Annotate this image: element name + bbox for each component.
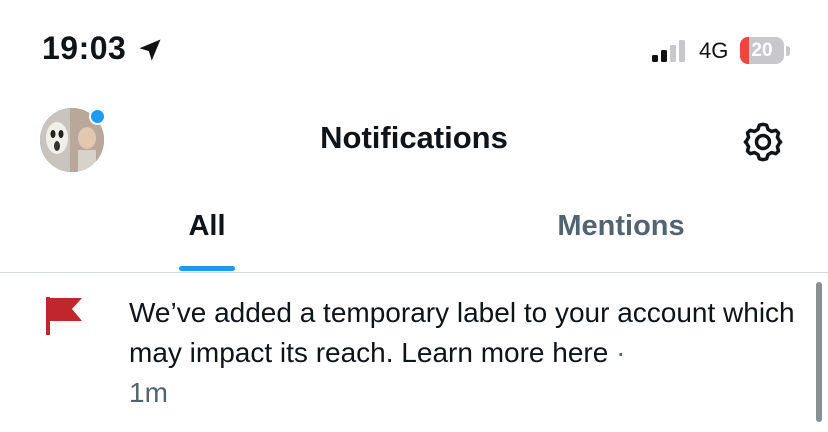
tab-all[interactable]: All [0, 190, 414, 272]
status-time: 19:03 [42, 30, 127, 66]
notification-text-block: We’ve added a temporary label to your ac… [129, 293, 809, 413]
location-arrow-icon [139, 39, 161, 61]
notification-item[interactable]: We’ve added a temporary label to your ac… [0, 273, 828, 432]
network-type: 4G [699, 38, 729, 63]
status-bar: 19:03 4G 20 [0, 0, 828, 96]
tab-all-label: All [188, 210, 226, 242]
tab-mentions[interactable]: Mentions [414, 190, 828, 272]
tab-selected-indicator [179, 266, 235, 271]
flag-icon [46, 297, 82, 335]
battery-level: 20 [751, 40, 773, 61]
notification-message: We’ve added a temporary label to your ac… [129, 297, 795, 368]
battery-icon: 20 [740, 37, 790, 64]
notification-separator: · [616, 337, 626, 368]
tab-mentions-label: Mentions [557, 210, 685, 242]
header: Notifications [0, 96, 828, 188]
gear-icon[interactable] [740, 119, 786, 165]
notification-time: 1m [129, 377, 168, 408]
tab-bar: All Mentions [0, 190, 828, 272]
page-title: Notifications [320, 120, 508, 155]
scrollbar[interactable] [816, 282, 822, 422]
signal-bars-icon [652, 40, 685, 62]
